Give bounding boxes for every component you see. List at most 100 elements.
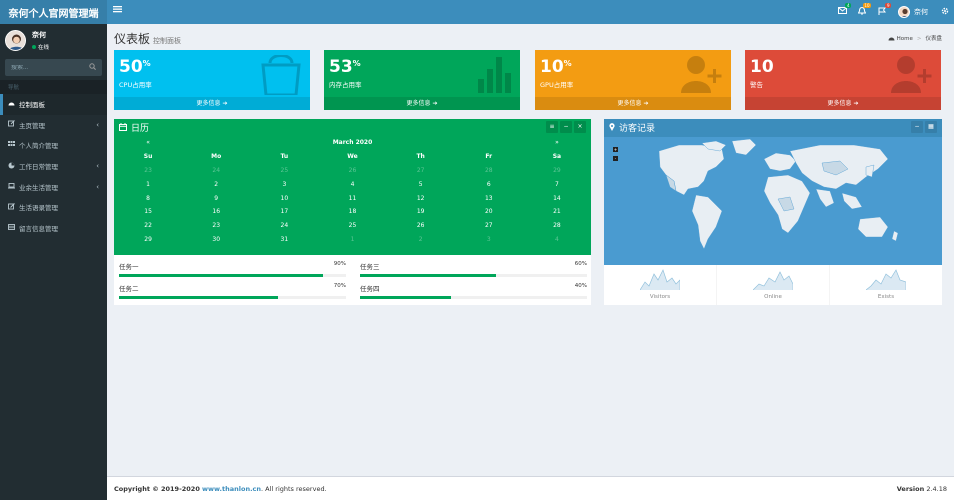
- calendar-day[interactable]: 25: [318, 222, 386, 229]
- breadcrumb-home[interactable]: Home: [897, 36, 913, 42]
- remove-button[interactable]: ×: [574, 121, 586, 133]
- sidebar-item-profile-manage[interactable]: 个人简介管理: [0, 135, 107, 156]
- sidebar-item-life-manage[interactable]: 业余生活管理 ‹: [0, 176, 107, 197]
- arrow-circle-right-icon: ➔: [222, 100, 228, 107]
- control-sidebar-button[interactable]: [936, 7, 954, 18]
- calendar-day[interactable]: 3: [455, 236, 523, 243]
- calendar-day[interactable]: 14: [523, 195, 591, 202]
- map-marker-icon: [609, 123, 615, 131]
- collapse-button[interactable]: −: [560, 121, 572, 133]
- sidebar-item-dashboard[interactable]: 控制面板: [0, 94, 107, 115]
- task-label: 任务二: [119, 285, 139, 293]
- calendar-day[interactable]: 1: [318, 236, 386, 243]
- search-button[interactable]: [89, 63, 96, 72]
- calendar-day[interactable]: 23: [114, 167, 182, 174]
- sparkline-visitors: Visitors: [604, 265, 717, 305]
- chevron-left-icon: ‹: [96, 120, 99, 129]
- table-icon: [8, 223, 18, 232]
- calendar-day[interactable]: 16: [182, 208, 250, 215]
- sidebar-toggle-button[interactable]: [113, 5, 122, 16]
- calendar-day[interactable]: 1: [114, 181, 182, 188]
- sidebar-item-home-manage[interactable]: 主页管理 ‹: [0, 115, 107, 136]
- avatar: [5, 29, 26, 51]
- arrow-circle-right-icon: ➔: [432, 100, 438, 107]
- calendar-day[interactable]: 11: [318, 195, 386, 202]
- calendar-day[interactable]: 13: [455, 195, 523, 202]
- more-info-link[interactable]: 更多信息 ➔: [745, 97, 941, 110]
- sidebar-item-work-manage[interactable]: 工作日常管理 ‹: [0, 156, 107, 177]
- more-info-link[interactable]: 更多信息 ➔: [114, 97, 310, 110]
- search-input[interactable]: [11, 64, 81, 71]
- calendar-day[interactable]: 31: [250, 236, 318, 243]
- date-range-button[interactable]: ▦: [925, 121, 937, 133]
- calendar-menu-button[interactable]: ≡: [546, 121, 558, 133]
- calendar-day[interactable]: 12: [387, 195, 455, 202]
- calendar-day[interactable]: 4: [318, 181, 386, 188]
- calendar-day[interactable]: 25: [250, 167, 318, 174]
- calendar-month[interactable]: March 2020: [182, 139, 523, 146]
- tasks-button[interactable]: 9: [872, 2, 892, 18]
- visitors-title: 访客记录: [619, 123, 656, 134]
- notifications-button[interactable]: 10: [852, 2, 872, 18]
- calendar-day[interactable]: 27: [387, 167, 455, 174]
- calendar-day[interactable]: 26: [387, 222, 455, 229]
- edit-icon: [8, 120, 18, 129]
- breadcrumb-current: 仪表盘: [925, 36, 942, 42]
- world-map[interactable]: + -: [604, 137, 942, 265]
- calendar-day[interactable]: 17: [250, 208, 318, 215]
- calendar-day[interactable]: 6: [455, 181, 523, 188]
- calendar-day[interactable]: 3: [250, 181, 318, 188]
- app-logo[interactable]: 奈何个人官网管理端: [0, 0, 107, 24]
- rights-text: . All rights reserved.: [261, 484, 327, 493]
- sidebar-item-quotes-manage[interactable]: 生活语录管理: [0, 197, 107, 218]
- calendar-day[interactable]: 15: [114, 208, 182, 215]
- prev-month-button[interactable]: «: [114, 139, 182, 146]
- more-info-link[interactable]: 更多信息 ➔: [324, 97, 520, 110]
- zoom-in-button[interactable]: +: [613, 147, 618, 152]
- calendar-day[interactable]: 4: [523, 236, 591, 243]
- calendar-day[interactable]: 20: [455, 208, 523, 215]
- collapse-button[interactable]: −: [911, 121, 923, 133]
- calendar-day[interactable]: 24: [182, 167, 250, 174]
- sidebar-item-message-manage[interactable]: 留言信息管理: [0, 218, 107, 239]
- calendar-day[interactable]: 10: [250, 195, 318, 202]
- calendar-day[interactable]: 26: [318, 167, 386, 174]
- next-month-button[interactable]: »: [523, 139, 591, 146]
- progress-bar: [119, 296, 346, 299]
- content-header: 仪表板 控制面板: [114, 30, 181, 47]
- stat-value: 10: [750, 57, 774, 77]
- messages-button[interactable]: 4: [832, 3, 852, 17]
- site-link[interactable]: www.thanlon.cn: [202, 485, 261, 493]
- calendar-day[interactable]: 24: [250, 222, 318, 229]
- weekday-label: Th: [416, 153, 425, 161]
- calendar-day[interactable]: 5: [387, 181, 455, 188]
- arrow-circle-right-icon: ➔: [643, 100, 649, 107]
- calendar-day[interactable]: 8: [114, 195, 182, 202]
- calendar-day[interactable]: 28: [523, 222, 591, 229]
- calendar-day[interactable]: 29: [523, 167, 591, 174]
- calendar-day[interactable]: 28: [455, 167, 523, 174]
- calendar-day[interactable]: 18: [318, 208, 386, 215]
- zoom-out-button[interactable]: -: [613, 156, 618, 161]
- calendar-day[interactable]: 2: [182, 181, 250, 188]
- calendar-day[interactable]: 9: [182, 195, 250, 202]
- progress-bar: [119, 274, 346, 277]
- calendar-day[interactable]: 2: [387, 236, 455, 243]
- calendar-day[interactable]: 19: [387, 208, 455, 215]
- calendar-day[interactable]: 21: [523, 208, 591, 215]
- visitors-tools: − ▦: [909, 121, 937, 133]
- calendar-day[interactable]: 27: [455, 222, 523, 229]
- weekday-label: Tu: [280, 153, 289, 161]
- progress-fill: [119, 274, 324, 277]
- user-menu[interactable]: 奈何: [898, 6, 928, 18]
- calendar-day[interactable]: 30: [182, 236, 250, 243]
- bars-icon: ≡: [549, 123, 555, 130]
- more-info-link[interactable]: 更多信息 ➔: [535, 97, 731, 110]
- progress-fill: [360, 274, 497, 277]
- sidebar: 奈何 在线 导航 控制面板 主页管理 ‹ 个人简介管理 工作日常管理 ‹ 业余生…: [0, 24, 107, 500]
- calendar-day[interactable]: 7: [523, 181, 591, 188]
- calendar-day[interactable]: 23: [182, 222, 250, 229]
- sidebar-user-name: 奈何: [32, 30, 46, 39]
- calendar-day[interactable]: 22: [114, 222, 182, 229]
- calendar-day[interactable]: 29: [114, 236, 182, 243]
